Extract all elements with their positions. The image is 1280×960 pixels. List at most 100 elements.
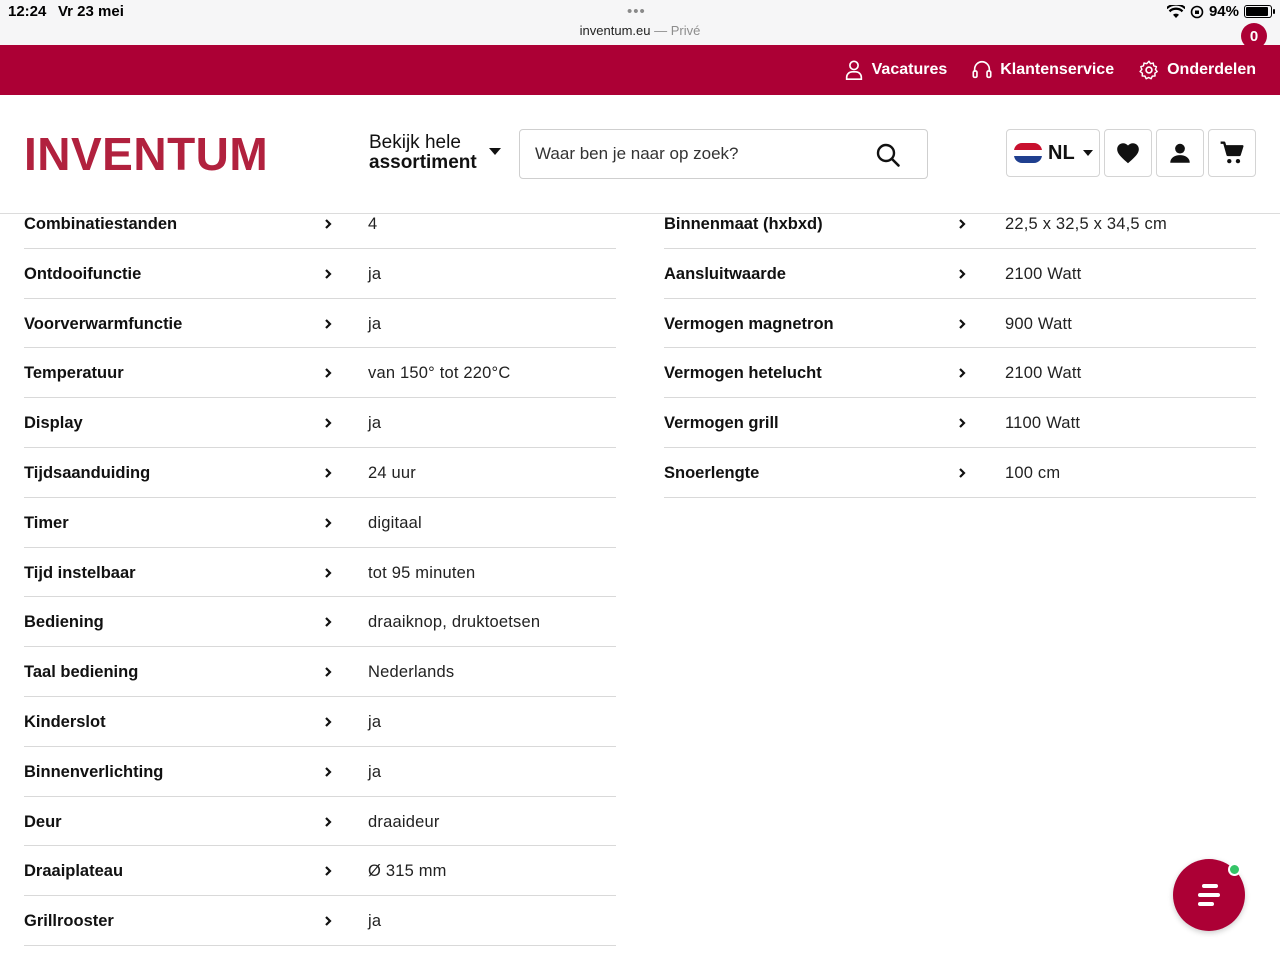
spec-row[interactable]: Combinatiestanden 4 — [24, 199, 616, 249]
multitask-dots-icon[interactable]: ••• — [627, 3, 646, 20]
person-icon — [845, 60, 862, 80]
chevron-right-icon — [325, 567, 332, 578]
spec-value: 900 Watt — [1005, 314, 1073, 333]
search-input[interactable] — [535, 130, 865, 178]
assortment-line1: Bekijk hele — [369, 132, 461, 153]
spec-row[interactable]: Deur draaideur — [24, 797, 616, 847]
spec-row[interactable]: Taal bediening Nederlands — [24, 647, 616, 697]
spec-row[interactable]: Kinderslot ja — [24, 697, 616, 747]
private-label: — Privé — [650, 23, 701, 38]
spec-label: Temperatuur — [24, 364, 124, 383]
headset-icon — [972, 60, 992, 79]
site-header: INVENTUM Bekijk hele assortiment NL — [0, 95, 1280, 214]
chevron-right-icon — [325, 468, 332, 478]
assortment-menu-button[interactable]: Bekijk hele assortiment — [369, 132, 501, 173]
spec-label: Taal bediening — [24, 663, 139, 682]
cart-count-badge: 0 — [1241, 23, 1267, 49]
vacatures-label: Vacatures — [871, 61, 948, 78]
top-utility-bar: Vacatures Klantenservice Onderdelen — [0, 45, 1280, 95]
chevron-right-icon — [325, 717, 332, 727]
spec-row[interactable]: Bediening draaiknop, druktoetsen — [24, 597, 616, 648]
spec-value: ja — [368, 762, 382, 781]
language-code: NL — [1048, 141, 1075, 164]
search-box — [519, 129, 928, 179]
spec-value: ja — [368, 912, 382, 931]
spec-label: Tijd instelbaar — [24, 563, 136, 582]
chevron-right-icon — [325, 219, 332, 229]
chevron-right-icon — [959, 219, 966, 229]
spec-value: draaiknop, druktoetsen — [368, 613, 541, 632]
search-icon[interactable] — [875, 142, 901, 168]
netherlands-flag-icon — [1014, 143, 1042, 163]
wishlist-button[interactable] — [1104, 129, 1152, 177]
spec-label: Kinderslot — [24, 712, 106, 731]
status-indicators: 94% — [1166, 3, 1275, 20]
status-bar: 12:24 Vr 23 mei ••• inventum.eu — Privé … — [0, 0, 1280, 45]
spec-value: ja — [368, 314, 382, 333]
spec-row[interactable]: Vermogen magnetron 900 Watt — [664, 299, 1256, 349]
spec-label: Combinatiestanden — [24, 215, 178, 233]
inventum-logo[interactable]: INVENTUM — [24, 131, 268, 177]
url-text: inventum.eu — [579, 23, 651, 38]
battery-percent: 94% — [1208, 3, 1239, 20]
spec-row[interactable]: Timer digitaal — [24, 498, 616, 548]
klantenservice-link[interactable]: Klantenservice — [971, 59, 1114, 81]
spec-label: Snoerlengte — [664, 463, 760, 482]
klantenservice-label: Klantenservice — [1000, 61, 1115, 78]
spec-value: digitaal — [368, 513, 422, 532]
spec-row[interactable]: Tijd instelbaar tot 95 minuten — [24, 548, 616, 598]
language-selector[interactable]: NL — [1006, 129, 1100, 177]
spec-row[interactable]: Ontdooifunctie ja — [24, 249, 616, 299]
cart-button[interactable] — [1208, 129, 1256, 177]
spec-value: 100 cm — [1005, 463, 1061, 482]
status-date: Vr 23 mei — [58, 3, 124, 20]
spec-row[interactable]: Display ja — [24, 398, 616, 448]
spec-value: ja — [368, 712, 382, 731]
chevron-right-icon — [325, 418, 332, 428]
assortment-line2: assortiment — [369, 152, 477, 173]
spec-row[interactable]: Binnenmaat (hxbxd) 22,5 x 32,5 x 34,5 cm — [664, 199, 1256, 249]
chevron-right-icon — [959, 368, 966, 379]
spec-label: Grillrooster — [24, 912, 114, 931]
chevron-right-icon — [325, 318, 332, 329]
spec-label: Aansluitwaarde — [664, 264, 786, 283]
battery-icon — [1244, 5, 1275, 18]
spec-label: Draaiplateau — [24, 862, 124, 881]
chevron-right-icon — [959, 318, 966, 329]
spec-label: Bediening — [24, 613, 104, 632]
spec-label: Timer — [24, 513, 69, 532]
spec-row[interactable]: Binnenverlichting ja — [24, 747, 616, 797]
user-icon — [1170, 143, 1190, 163]
spec-row[interactable]: Vermogen hetelucht 2100 Watt — [664, 348, 1256, 399]
spec-label: Voorverwarmfunctie — [24, 314, 183, 333]
spec-value: 2100 Watt — [1005, 264, 1082, 283]
spec-row[interactable]: Voorverwarmfunctie ja — [24, 299, 616, 349]
chevron-right-icon — [959, 418, 966, 428]
spec-row[interactable]: Temperatuur van 150° tot 220°C — [24, 348, 616, 399]
spec-label: Ontdooifunctie — [24, 264, 142, 283]
specs-left-column: Combinatiestanden 4 Ontdooifunctie ja Voor… — [24, 199, 616, 946]
onderdelen-link[interactable]: Onderdelen — [1138, 59, 1256, 81]
spec-row[interactable]: Snoerlengte 100 cm — [664, 448, 1256, 498]
gear-icon — [1139, 60, 1158, 80]
account-button[interactable] — [1156, 129, 1204, 177]
chevron-right-icon — [325, 617, 332, 628]
address-bar[interactable]: inventum.eu — Privé — [0, 23, 1280, 38]
spec-row[interactable]: Aansluitwaarde 2100 Watt — [664, 249, 1256, 299]
spec-row[interactable]: Tijdsaanduiding 24 uur — [24, 448, 616, 498]
status-time: 12:24 — [8, 3, 47, 20]
spec-row[interactable]: Draaiplateau Ø 315 mm — [24, 846, 616, 897]
chat-icon — [1198, 884, 1220, 906]
chevron-right-icon — [959, 269, 966, 279]
spec-row[interactable]: Vermogen grill 1100 Watt — [664, 398, 1256, 448]
chevron-right-icon — [325, 368, 332, 379]
onderdelen-label: Onderdelen — [1167, 61, 1256, 78]
spec-value: draaideur — [368, 812, 440, 831]
spec-label: Tijdsaanduiding — [24, 463, 151, 482]
chevron-right-icon — [325, 269, 332, 279]
spec-value: van 150° tot 220°C — [368, 364, 511, 383]
spec-value: tot 95 minuten — [368, 563, 476, 582]
vacatures-link[interactable]: Vacatures — [843, 59, 948, 81]
spec-value: Ø 315 mm — [368, 862, 447, 881]
spec-row[interactable]: Grillrooster ja — [24, 896, 616, 946]
